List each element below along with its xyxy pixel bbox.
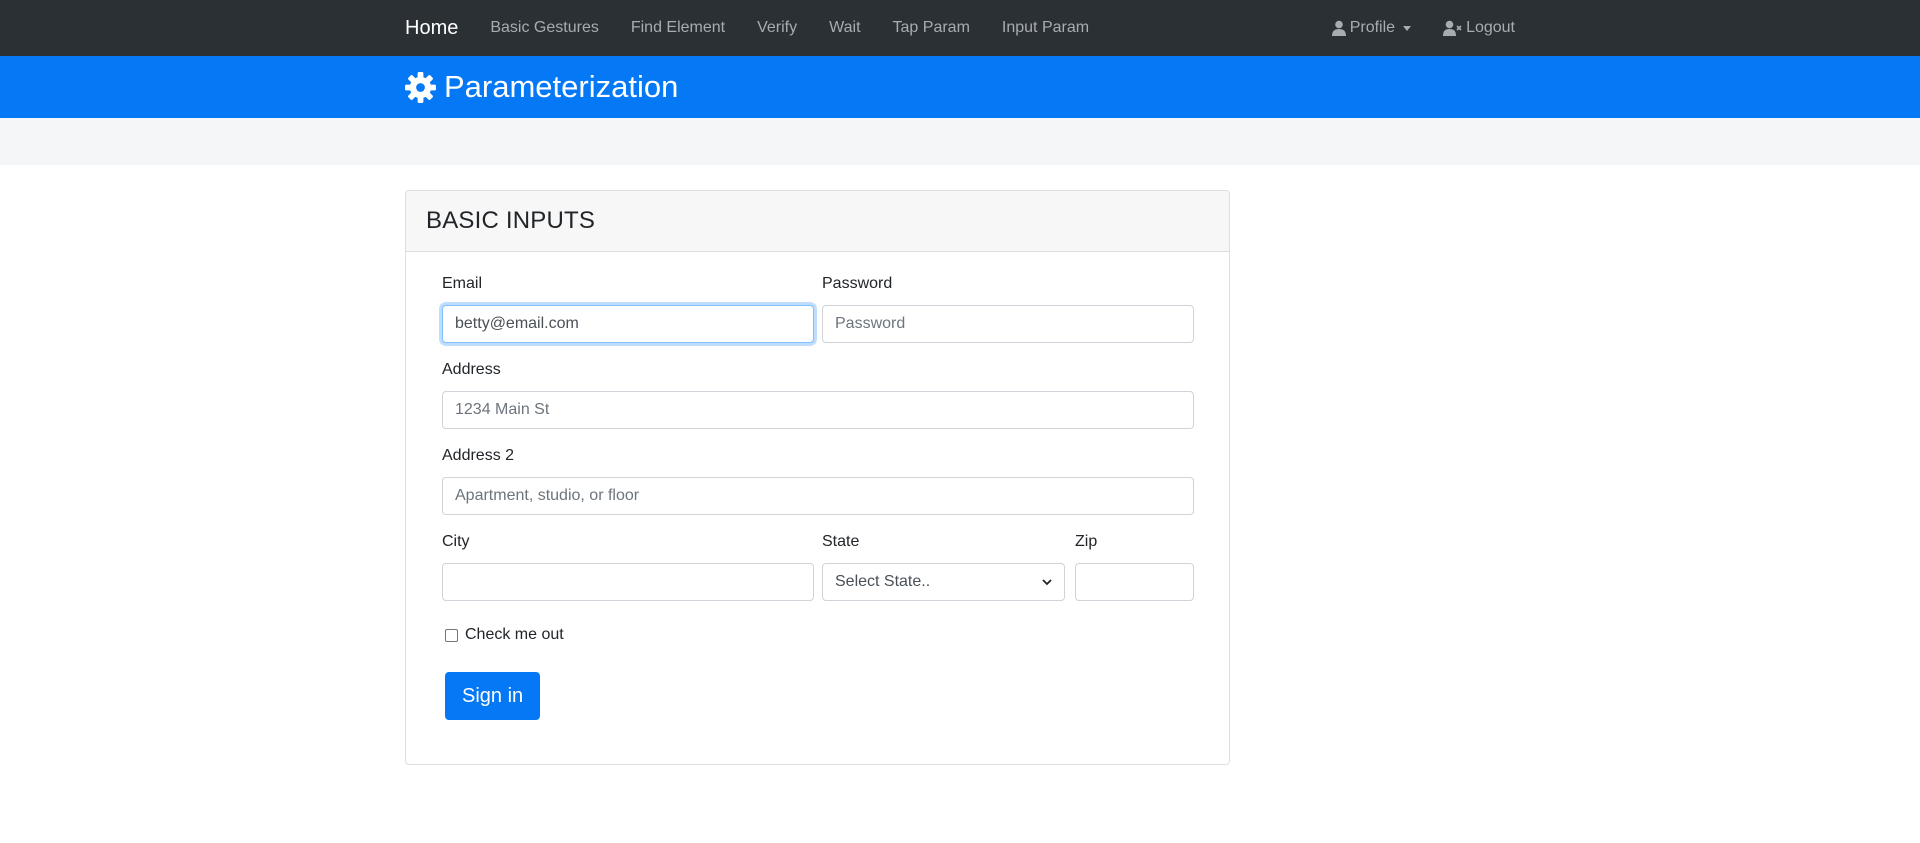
nav-home-link[interactable]: Home (405, 17, 458, 40)
nav-link-wait[interactable]: Wait (829, 19, 860, 37)
password-label: Password (822, 275, 893, 292)
nav-link-input-param[interactable]: Input Param (1002, 19, 1089, 37)
check-me-out-checkbox[interactable] (445, 629, 458, 642)
navbar-container: Home Basic Gestures Find Element Verify … (405, 0, 1515, 56)
state-label: State (822, 533, 860, 550)
logout-label: Logout (1466, 19, 1515, 36)
address-label: Address (442, 361, 501, 378)
state-select-value: Select State.. (835, 573, 931, 590)
user-icon (1331, 20, 1346, 36)
card-header: BASIC INPUTS (406, 191, 1229, 252)
page-header-container: Parameterization (405, 56, 678, 118)
nav-right-group: Profile Logout (1300, 19, 1515, 37)
city-label: City (442, 533, 470, 550)
state-select[interactable]: Select State.. (822, 563, 1065, 601)
page-title: Parameterization (444, 69, 679, 104)
page-header: Parameterization (0, 56, 1920, 118)
logout-link[interactable]: Logout (1443, 19, 1515, 37)
zip-label: Zip (1075, 533, 1098, 550)
basic-inputs-card: BASIC INPUTS Email Password Address Addr… (405, 190, 1230, 765)
user-times-icon (1443, 20, 1462, 36)
profile-dropdown[interactable]: Profile (1331, 19, 1412, 37)
password-input[interactable] (822, 305, 1194, 343)
address2-input[interactable] (442, 477, 1194, 515)
zip-input[interactable] (1075, 563, 1194, 601)
address-input[interactable] (442, 391, 1194, 429)
card-title: BASIC INPUTS (426, 207, 596, 234)
city-input[interactable] (442, 563, 814, 601)
profile-label: Profile (1349, 19, 1396, 36)
top-navbar: Home Basic Gestures Find Element Verify … (0, 0, 1920, 56)
address2-label: Address 2 (442, 447, 515, 464)
email-label: Email (442, 275, 483, 292)
check-me-out-label: Check me out (465, 626, 564, 643)
nav-link-find-element[interactable]: Find Element (631, 19, 725, 37)
nav-link-basic-gestures[interactable]: Basic Gestures (490, 19, 598, 37)
email-input[interactable] (442, 305, 814, 343)
subheader-band (0, 118, 1920, 165)
nav-link-verify[interactable]: Verify (757, 19, 797, 37)
nav-link-tap-param[interactable]: Tap Param (893, 19, 970, 37)
chevron-down-icon (1042, 578, 1052, 585)
caret-down-icon (1403, 25, 1412, 31)
sign-in-button[interactable]: Sign in (445, 672, 541, 720)
gear-icon (405, 71, 436, 103)
